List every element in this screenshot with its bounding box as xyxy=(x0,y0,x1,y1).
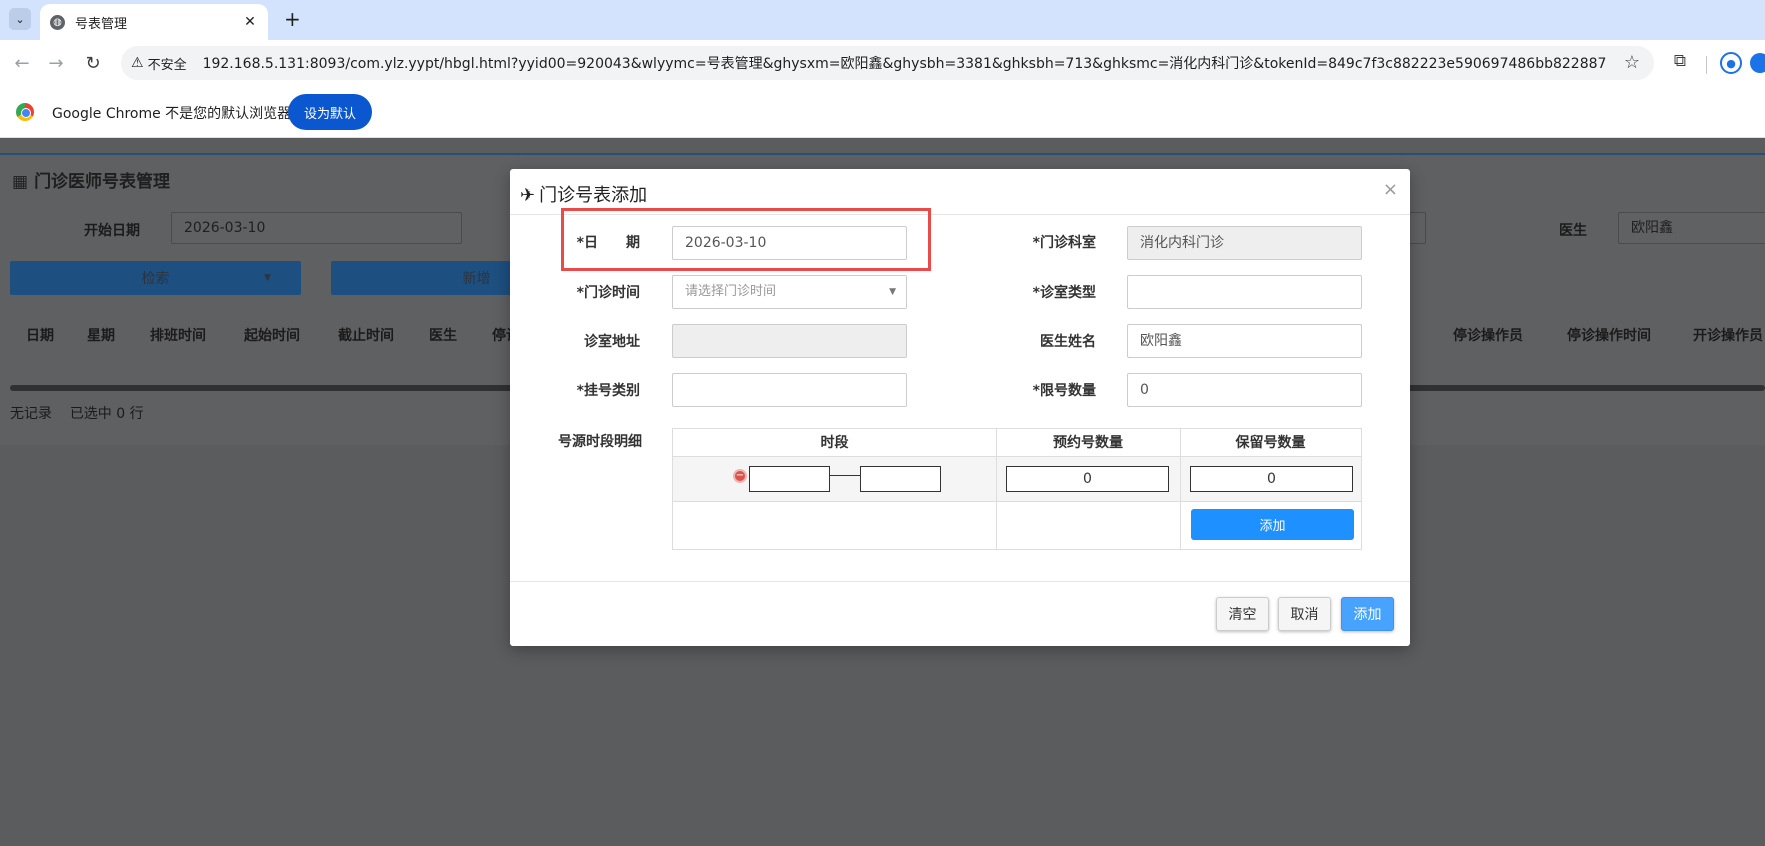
address-bar[interactable]: ⚠ 不安全 192.168.5.131:8093/com.ylz.yypt/hb… xyxy=(121,46,1654,80)
browser-tab-bar: ⌄ ◍ 号表管理 ✕ + xyxy=(0,0,1765,40)
page-title-text: 门诊医师号表管理 xyxy=(34,172,171,192)
url-text[interactable]: 192.168.5.131:8093/com.ylz.yypt/hbgl.htm… xyxy=(203,53,1654,73)
reserved-count-input[interactable]: 0 xyxy=(1190,466,1353,492)
tab-search-icon[interactable]: ⌄ xyxy=(9,8,31,30)
clinic-time-select[interactable]: 请选择门诊时间 ▼ xyxy=(672,275,907,309)
slot-end-input[interactable] xyxy=(860,466,941,492)
column-header[interactable]: 日期 xyxy=(26,317,54,355)
slot-start-input[interactable] xyxy=(749,466,830,492)
column-header[interactable]: 医生 xyxy=(429,317,457,355)
no-record-text: 无记录 xyxy=(10,406,52,422)
extensions-icon[interactable]: ⧉ xyxy=(1668,51,1692,75)
add-schedule-modal: ✈ 门诊号表添加 × *日 期 2026-03-10 *门诊科室 消化内科门诊 *… xyxy=(510,169,1410,646)
bookmark-star-icon[interactable]: ☆ xyxy=(1624,52,1640,73)
limit-count-label: *限号数量 xyxy=(1032,383,1096,399)
modal-footer-divider xyxy=(510,581,1410,582)
clinic-time-placeholder: 请选择门诊时间 xyxy=(685,284,777,299)
caret-down-icon[interactable]: ▼ xyxy=(264,273,271,283)
warning-icon[interactable]: ⚠ xyxy=(131,55,144,71)
slot-table: 时段 预约号数量 保留号数量 − 0 0 添加 xyxy=(672,428,1362,550)
slot-header-booked: 预约号数量 xyxy=(1053,435,1123,451)
column-header[interactable]: 开诊操作员 xyxy=(1693,317,1763,355)
default-browser-infobar: Google Chrome 不是您的默认浏览器 设为默认 xyxy=(0,86,1765,138)
new-tab-button[interactable]: + xyxy=(284,7,301,31)
room-address-input xyxy=(672,324,907,358)
page-title: ▦ 门诊医师号表管理 xyxy=(12,167,170,192)
limit-count-input[interactable]: 0 xyxy=(1127,373,1362,407)
search-button[interactable]: 检索 ▼ xyxy=(10,261,301,295)
doctor-filter-label: 医生 xyxy=(1559,223,1587,239)
forward-icon[interactable]: → xyxy=(44,51,68,75)
caret-down-icon[interactable]: ▼ xyxy=(889,276,896,308)
column-header[interactable]: 停诊操作时间 xyxy=(1567,317,1651,355)
column-header[interactable]: 截止时间 xyxy=(338,317,394,355)
reg-type-input[interactable] xyxy=(672,373,907,407)
dept-label: *门诊科室 xyxy=(1032,235,1096,251)
close-icon[interactable]: × xyxy=(1383,179,1398,200)
profile-icon[interactable]: ● xyxy=(1720,52,1742,74)
add-slot-button[interactable]: 添加 xyxy=(1191,509,1354,540)
table-row: 添加 xyxy=(673,502,1361,549)
column-header[interactable]: 排班时间 xyxy=(150,317,206,355)
toolbar-divider xyxy=(1706,56,1707,74)
globe-icon: ◍ xyxy=(50,14,65,30)
column-divider xyxy=(996,429,997,549)
browser-tab[interactable]: ◍ 号表管理 ✕ xyxy=(40,4,268,40)
range-dash xyxy=(830,475,860,476)
avatar-icon[interactable] xyxy=(1750,53,1765,73)
table-row: − 0 0 xyxy=(673,457,1361,502)
slot-table-header: 时段 预约号数量 保留号数量 xyxy=(673,429,1361,457)
slot-header-reserved: 保留号数量 xyxy=(1235,435,1306,451)
room-type-label: *诊室类型 xyxy=(1032,285,1096,301)
slot-header-period: 时段 xyxy=(820,435,849,451)
dept-input: 消化内科门诊 xyxy=(1127,226,1362,260)
doctor-filter-input[interactable]: 欧阳鑫 xyxy=(1618,212,1765,244)
date-label: *日 期 xyxy=(576,235,640,251)
modal-title: ✈ 门诊号表添加 xyxy=(520,181,647,207)
submit-add-button[interactable]: 添加 xyxy=(1341,597,1394,631)
chrome-logo-icon xyxy=(16,103,34,121)
doctor-name-label: 医生姓名 xyxy=(1040,334,1096,350)
table-icon: ▦ xyxy=(12,172,29,192)
selected-count-text: 已选中 0 行 xyxy=(69,406,144,422)
cancel-button[interactable]: 取消 xyxy=(1278,597,1331,631)
doctor-name-input[interactable]: 欧阳鑫 xyxy=(1127,324,1362,358)
room-address-label: 诊室地址 xyxy=(584,334,640,350)
search-button-label: 检索 xyxy=(141,271,170,287)
clear-button[interactable]: 清空 xyxy=(1216,597,1269,631)
slot-detail-label: 号源时段明细 xyxy=(558,434,642,450)
modal-title-text: 门诊号表添加 xyxy=(539,185,648,206)
tab-close-icon[interactable]: ✕ xyxy=(242,14,258,30)
paper-plane-icon: ✈ xyxy=(520,185,536,206)
insecure-label[interactable]: 不安全 xyxy=(148,54,195,73)
column-header[interactable]: 起始时间 xyxy=(244,317,300,355)
date-input[interactable]: 2026-03-10 xyxy=(672,226,907,260)
remove-row-icon[interactable]: − xyxy=(733,469,747,483)
back-icon[interactable]: ← xyxy=(10,51,34,75)
table-status: 无记录 已选中 0 行 xyxy=(10,403,144,423)
reg-type-label: *挂号类别 xyxy=(576,383,640,399)
reload-icon[interactable]: ↻ xyxy=(81,51,105,75)
column-header[interactable]: 星期 xyxy=(87,317,115,355)
set-default-button[interactable]: 设为默认 xyxy=(288,94,372,130)
infobar-text: Google Chrome 不是您的默认浏览器 xyxy=(52,106,292,122)
room-type-input[interactable] xyxy=(1127,275,1362,309)
start-date-label: 开始日期 xyxy=(84,223,140,239)
column-header[interactable]: 停诊操作员 xyxy=(1453,317,1523,355)
clinic-time-label: *门诊时间 xyxy=(576,285,640,301)
booked-count-input[interactable]: 0 xyxy=(1006,466,1169,492)
column-divider xyxy=(1180,429,1181,549)
start-date-input[interactable]: 2026-03-10 xyxy=(171,212,462,244)
tab-title: 号表管理 xyxy=(75,16,128,32)
browser-toolbar: ← → ↻ ⚠ 不安全 192.168.5.131:8093/com.ylz.y… xyxy=(0,40,1765,86)
